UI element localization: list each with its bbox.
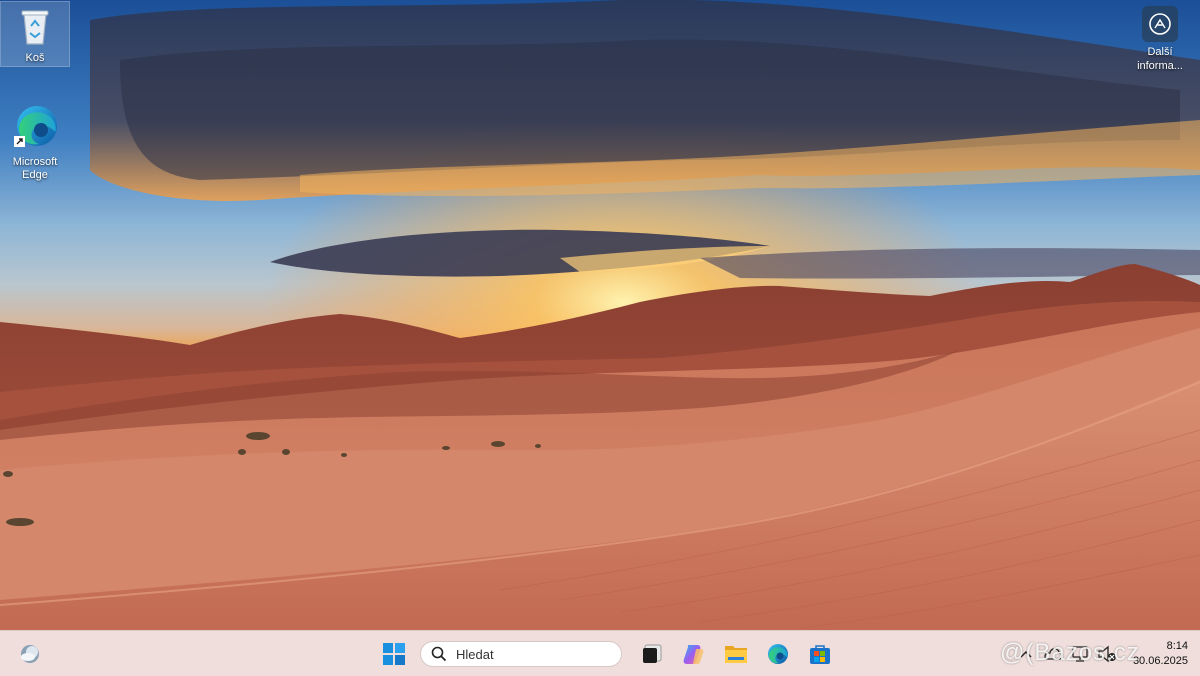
network-button[interactable] <box>1070 644 1090 664</box>
network-icon <box>1072 646 1088 662</box>
weather-icon <box>21 645 39 663</box>
camera-lens-icon <box>1142 6 1178 42</box>
windows-logo-icon <box>383 643 405 665</box>
volume-button[interactable] <box>1097 644 1117 664</box>
copilot-icon <box>683 645 704 664</box>
weather-widget-button[interactable] <box>18 642 42 666</box>
desktop-wallpaper <box>0 0 1200 630</box>
show-hidden-icons-button[interactable] <box>1016 644 1036 664</box>
system-tray: 8:14 30.06.2025 <box>1016 638 1188 670</box>
desktop-icon-microsoft-edge[interactable]: Microsoft Edge <box>1 100 69 186</box>
desktop-icon-label: Koš <box>25 52 45 64</box>
recycle-bin-icon <box>1 6 69 50</box>
task-view-button[interactable] <box>634 638 670 670</box>
store-icon <box>810 645 830 664</box>
widget-label-line2: informa... <box>1137 60 1183 72</box>
search-placeholder: Hledat <box>456 646 494 662</box>
chevron-up-icon <box>1020 650 1032 658</box>
edge-icon <box>1 104 69 154</box>
clock-date: 30.06.2025 <box>1132 655 1188 667</box>
onedrive-button[interactable] <box>1043 644 1063 664</box>
clock-time: 8:14 <box>1166 640 1188 652</box>
start-button[interactable] <box>376 638 412 670</box>
search-icon <box>431 646 447 662</box>
folder-icon <box>725 646 747 663</box>
search-field[interactable]: Hledat <box>420 641 622 667</box>
cloud-icon <box>1044 648 1063 660</box>
desktop-icon-recycle-bin[interactable]: Koš <box>0 1 70 67</box>
more-info-widget[interactable]: Další informa... <box>1128 6 1192 73</box>
edge-taskbar-button[interactable] <box>760 638 796 670</box>
widget-label-line1: Další <box>1147 46 1173 58</box>
edge-icon <box>768 644 788 664</box>
desktop-icon-label: Microsoft Edge <box>12 156 58 181</box>
taskbar-center: Hledat <box>376 638 838 670</box>
taskbar: Hledat 8:14 30.06.2025 @(Bazos.cz <box>0 630 1200 676</box>
speaker-muted-icon <box>1098 645 1116 663</box>
clock-button[interactable]: 8:14 30.06.2025 <box>1128 639 1188 669</box>
copilot-button[interactable] <box>676 638 712 670</box>
task-view-icon <box>643 644 662 663</box>
microsoft-store-button[interactable] <box>802 638 838 670</box>
file-explorer-button[interactable] <box>718 638 754 670</box>
